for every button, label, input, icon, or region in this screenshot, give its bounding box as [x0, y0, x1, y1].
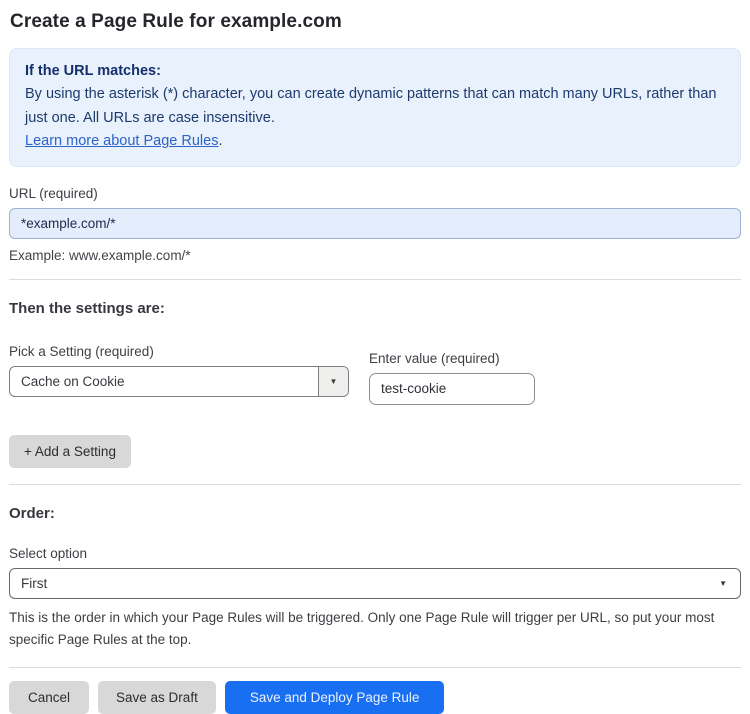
- setting-select-value: Cache on Cookie: [21, 373, 125, 389]
- order-section-heading: Order:: [9, 504, 55, 522]
- setting-select-column: Pick a Setting (required) Cache on Cooki…: [9, 344, 349, 397]
- divider: [9, 666, 741, 668]
- url-field-label: URL (required): [9, 185, 98, 201]
- setting-value-column: Enter value (required): [369, 344, 535, 405]
- form-actions: Cancel Save as Draft Save and Deploy Pag…: [9, 680, 741, 714]
- url-section: URL (required) Example: www.example.com/…: [9, 186, 741, 263]
- url-example-text: Example: www.example.com/*: [9, 247, 191, 263]
- save-and-deploy-button[interactable]: Save and Deploy Page Rule: [224, 680, 445, 714]
- setting-select-label: Pick a Setting (required): [9, 343, 154, 359]
- settings-section-heading: Then the settings are:: [9, 299, 165, 317]
- page-title: Create a Page Rule for example.com: [10, 11, 342, 32]
- page-rule-form: Create a Page Rule for example.com If th…: [0, 0, 750, 714]
- order-helper-text: This is the order in which your Page Rul…: [9, 609, 715, 647]
- divider: [9, 483, 741, 485]
- divider: [9, 278, 741, 280]
- order-select-label: Select option: [9, 545, 88, 561]
- setting-select[interactable]: Cache on Cookie ▼: [9, 365, 349, 397]
- link-suffix: .: [218, 133, 223, 150]
- save-as-draft-button[interactable]: Save as Draft: [98, 680, 216, 714]
- chevron-down-icon: ▼: [719, 578, 727, 588]
- setting-value-input[interactable]: [369, 372, 535, 405]
- url-input[interactable]: [9, 207, 741, 239]
- value-field-label: Enter value (required): [369, 350, 500, 366]
- info-box-body: By using the asterisk (*) character, you…: [25, 86, 717, 126]
- settings-row: Pick a Setting (required) Cache on Cooki…: [9, 344, 741, 405]
- order-select-value: First: [21, 575, 48, 591]
- learn-more-link[interactable]: Learn more about Page Rules: [25, 133, 218, 149]
- order-select[interactable]: First ▼: [9, 567, 741, 599]
- info-box-link-row: Learn more about Page Rules.: [25, 130, 725, 153]
- cancel-button[interactable]: Cancel: [9, 680, 90, 714]
- chevron-down-icon: ▼: [318, 366, 348, 396]
- add-setting-button[interactable]: + Add a Setting: [9, 434, 131, 468]
- url-match-info-box: If the URL matches: By using the asteris…: [9, 48, 741, 167]
- info-box-heading: If the URL matches:: [25, 63, 161, 79]
